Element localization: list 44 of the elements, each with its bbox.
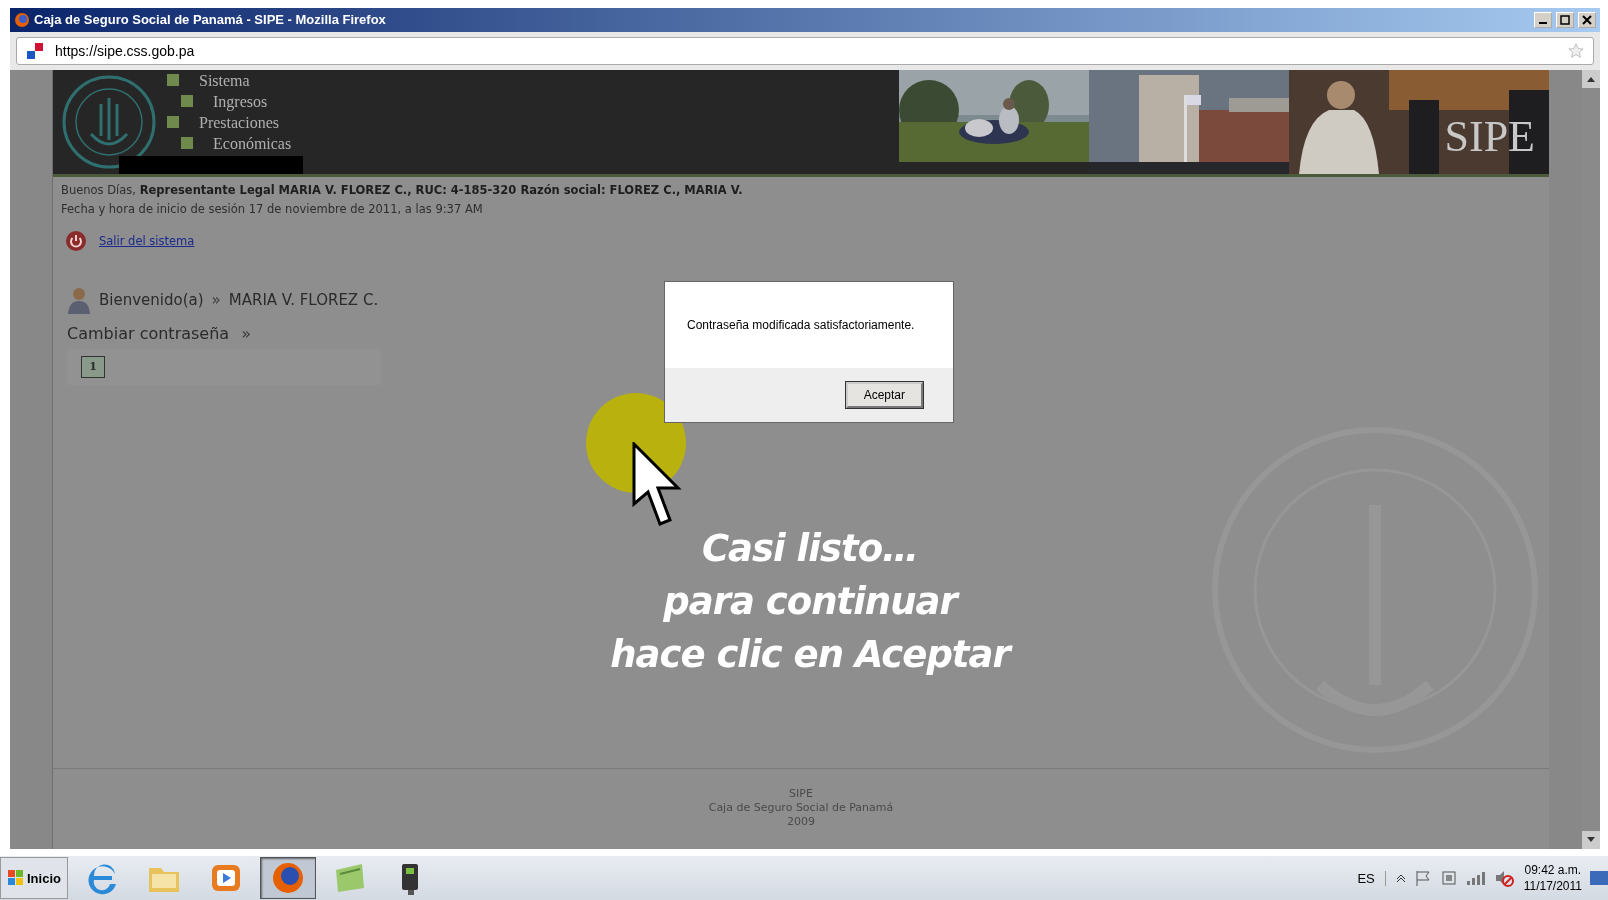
language-indicator[interactable]: ES xyxy=(1347,870,1386,886)
address-field[interactable]: https://sipe.css.gob.pa xyxy=(16,36,1594,65)
bullet-icon xyxy=(167,116,179,129)
sipe-logo: SIPE xyxy=(1444,110,1535,162)
firefox-icon xyxy=(14,12,30,28)
minimize-icon xyxy=(1539,22,1547,24)
site-icon xyxy=(25,40,45,61)
maximize-button[interactable] xyxy=(1556,12,1574,28)
window-title: Caja de Seguro Social de Panamá - SIPE - Mozilla Firefox xyxy=(34,12,387,28)
section-title: Cambiar contraseña xyxy=(67,323,230,343)
welcome-text: Bienvenido(a) xyxy=(99,290,204,309)
minimize-button[interactable] xyxy=(1534,12,1552,28)
logout-link[interactable]: Salir del sistema xyxy=(99,233,195,248)
dialog-message: Contraseña modificada satisfactoriamente. xyxy=(686,316,916,334)
clock[interactable]: 09:42 a.m. 11/17/2011 xyxy=(1523,862,1590,894)
footer-text: 2009 xyxy=(787,815,815,830)
footer-text: Caja de Seguro Social de Panamá xyxy=(708,801,894,816)
separator-icon: » xyxy=(211,290,221,309)
separator-icon: » xyxy=(241,323,251,343)
flag-icon[interactable] xyxy=(1413,869,1432,887)
user-icon xyxy=(67,285,91,314)
page-number[interactable]: 1 xyxy=(81,355,105,378)
greeting-text: Buenos Días, Representante Legal MARIA V. FLOREZ C., RUC: 4-185-320 Razón social: FLOREZ C., MARIA V. xyxy=(61,182,744,197)
start-button[interactable]: Inicio xyxy=(0,857,68,899)
taskbar-button[interactable] xyxy=(259,857,316,899)
network-icon[interactable] xyxy=(1439,869,1458,887)
close-icon xyxy=(1582,15,1592,25)
accept-button[interactable]: Aceptar xyxy=(845,381,923,408)
bullet-icon xyxy=(181,137,193,150)
signal-icon[interactable] xyxy=(1465,870,1486,886)
bullet-icon xyxy=(167,74,179,87)
power-icon[interactable] xyxy=(65,229,87,252)
login-time-text: Fecha y hora de inicio de sesión 17 de noviembre de 2011, a las 9:37 AM xyxy=(61,201,484,216)
close-button[interactable] xyxy=(1578,12,1596,28)
maximize-icon xyxy=(1560,15,1570,25)
cursor-icon xyxy=(632,441,682,528)
caption-text: Casi listo… xyxy=(701,525,919,572)
bullet-icon xyxy=(181,95,193,108)
footer-text: SIPE xyxy=(789,787,813,802)
windows-logo-icon xyxy=(7,869,25,887)
muted-speaker-icon[interactable] xyxy=(1493,869,1514,887)
chevron-up-icon[interactable] xyxy=(1395,873,1406,883)
star-icon[interactable] xyxy=(1567,41,1585,60)
user-name: MARIA V. FLOREZ C. xyxy=(228,290,379,309)
